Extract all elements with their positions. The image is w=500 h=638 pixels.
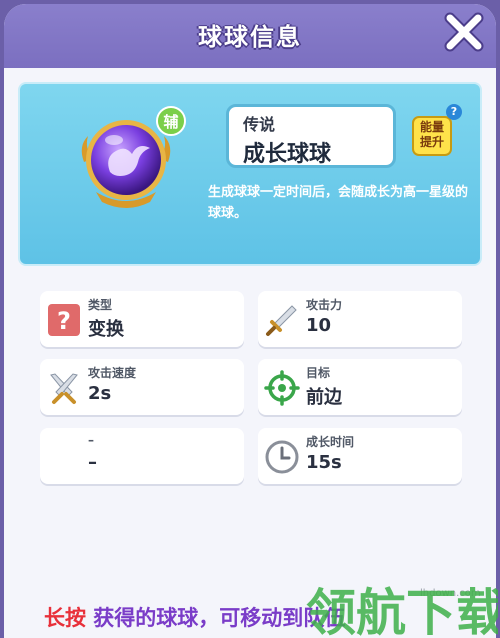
stat-type: ? 类型 变换 [40,291,244,347]
clock-icon [265,440,299,474]
rarity-label: 传说 [243,115,276,134]
stat-label: – [88,433,94,447]
stat-value: 前边 [306,387,342,408]
stat-value: 15s [306,452,342,473]
energy-upgrade-button[interactable]: 能量 提升 [412,116,452,156]
ball-description: 生成球球一定时间后，会随成长为高一星级的球球。 [208,185,469,221]
energy-upgrade-label-1: 能量 [419,120,444,134]
ball-info-panel: 球球信息 辅 传说 成长球球 能量 提升 ? 生成球球一定时间后，会随成长为高一… [4,4,496,638]
help-icon[interactable]: ? [446,104,462,120]
close-icon[interactable] [442,10,486,54]
stat-growth-time: 成长时间 15s [258,428,462,484]
watermark-logo: 领航下载 [306,584,498,638]
stat-label: 攻击速度 [88,366,137,380]
stat-attack-speed: 攻击速度 2s [40,359,244,415]
crossed-swords-icon [50,373,78,404]
stat-value: 10 [306,315,332,336]
target-icon [264,370,300,406]
panel-title: 球球信息 [198,23,302,51]
stat-label: 攻击力 [306,298,343,312]
stat-value: 2s [88,383,112,404]
stat-label: 目标 [306,366,331,380]
support-badge: 辅 [156,106,186,136]
svg-text:?: ? [57,307,71,335]
stat-empty: – – [40,428,244,484]
stat-value: 变换 [88,319,124,340]
watermark-logo-text: 领航下载 [306,584,498,638]
long-press-hint: 长按 获得的球球，可移动到队伍 [44,602,345,632]
question-icon: ? [48,304,80,336]
name-box: 传说 成长球球 [226,104,396,168]
stat-attack: 攻击力 10 [258,291,462,347]
stat-target: 目标 前边 [258,359,462,415]
stat-label: 类型 [88,298,113,312]
sword-icon [266,305,297,336]
stat-value: – [88,452,97,473]
ball-detail-card: 辅 传说 成长球球 能量 提升 ? 生成球球一定时间后，会随成长为高一星级的球球… [18,82,482,266]
energy-upgrade-label-2: 提升 [419,135,444,149]
header-bar: 球球信息 [4,4,496,68]
ball-name: 成长球球 [243,142,332,167]
stat-label: 成长时间 [306,435,355,449]
hint-emphasis: 长按 [44,606,86,630]
